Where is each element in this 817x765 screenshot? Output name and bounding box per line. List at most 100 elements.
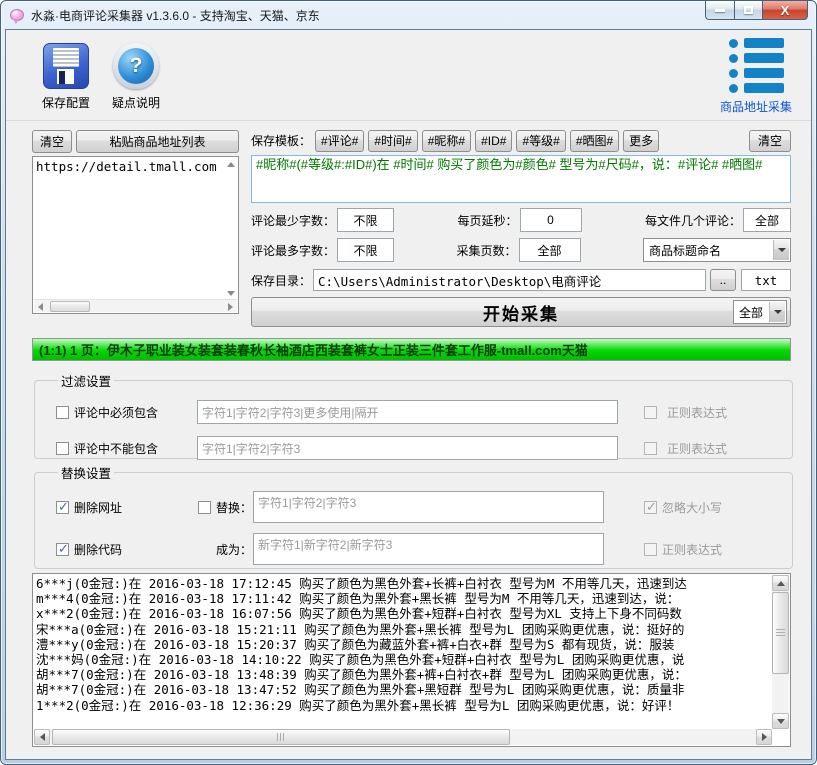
settings-row-2: 评论最多字数： 不限 采集页数： 全部 商品标题命名 (251, 237, 791, 263)
pages-input[interactable]: 全部 (519, 238, 581, 262)
must-include-label: 评论中必须包含 (74, 404, 158, 421)
scroll-right-button[interactable] (756, 729, 772, 745)
remove-code-checkbox[interactable] (56, 543, 69, 556)
save-dir-input[interactable]: C:\Users\Administrator\Desktop\电商评论 (313, 269, 706, 291)
scroll-left-icon[interactable] (38, 303, 43, 311)
remove-url-checkbox[interactable] (56, 501, 69, 514)
delay-label: 每页延秒： (458, 212, 518, 229)
filter-group-title: 过滤设置 (58, 371, 114, 390)
collect-address-link[interactable]: 商品地址采集 (720, 98, 792, 115)
toolbar: 保存配置 ? 疑点说明 商品地址采集 (6, 30, 811, 121)
must-include-checkbox[interactable] (56, 406, 69, 419)
scroll-left-button[interactable] (34, 729, 50, 745)
become-input[interactable]: 新字符1|新字符2|新字符3 (253, 533, 604, 565)
scroll-down-button[interactable] (772, 713, 789, 729)
close-button[interactable]: X (763, 1, 808, 20)
must-exclude-input[interactable]: 字符1|字符2|字符3 (197, 436, 618, 460)
regex-label-3: 正则表达式 (662, 541, 722, 558)
ignore-case-option: 忽略大小写 (644, 499, 722, 516)
log-vertical-scrollbar[interactable] (772, 575, 789, 729)
save-config-button[interactable]: 保存配置 (30, 43, 102, 111)
help-button[interactable]: ? 疑点说明 (100, 43, 172, 111)
minimize-icon (715, 9, 725, 12)
max-words-label: 评论最多字数： (251, 242, 335, 259)
become-label: 成为： (216, 541, 252, 558)
url-horizontal-scrollbar[interactable] (34, 299, 237, 312)
chevron-down-icon[interactable] (769, 302, 785, 322)
template-tag-button[interactable]: #晒图# (570, 130, 619, 152)
save-dir-row: 保存目录： C:\Users\Administrator\Desktop\电商评… (251, 268, 791, 292)
replace-checkbox[interactable] (198, 501, 211, 514)
must-exclude-row: 评论中不能包含 字符1|字符2|字符3 正则表达式 (56, 436, 783, 460)
template-tag-button[interactable]: #时间# (368, 130, 417, 152)
template-tag-button[interactable]: #ID# (475, 130, 512, 152)
chevron-down-icon[interactable] (773, 240, 789, 260)
horizontal-scrollbar-thumb[interactable] (52, 729, 510, 745)
minimize-button[interactable] (705, 1, 735, 20)
question-mark-icon: ? (113, 43, 159, 89)
blue-list-icon (729, 38, 784, 93)
log-box[interactable]: 6***j(0金冠:)在 2016-03-18 17:12:45 购买了颜色为黑… (32, 573, 791, 747)
template-tag-button[interactable]: 更多 (623, 130, 659, 152)
scrollbar-thumb[interactable] (50, 301, 90, 312)
replace-row-1: 删除网址 替换： 字符1|字符2|字符3 忽略大小写 (56, 490, 783, 524)
regex-option-2: 正则表达式 (644, 440, 727, 457)
log-line: 胡***7(0金冠:)在 2016-03-18 13:48:39 购买了颜色为黑… (36, 667, 771, 682)
ignore-case-label: 忽略大小写 (662, 499, 722, 516)
scroll-up-button[interactable] (772, 575, 789, 591)
url-clear-button[interactable]: 清空 (32, 130, 72, 153)
must-exclude-label: 评论中不能包含 (74, 440, 158, 457)
min-words-label: 评论最少字数： (251, 212, 335, 229)
log-line: 胡***7(0金冠:)在 2016-03-18 13:47:52 购买了颜色为黑… (36, 682, 771, 697)
client-area: 保存配置 ? 疑点说明 商品地址采集 清空 (5, 29, 812, 760)
paste-url-list-button[interactable]: 粘贴商品地址列表 (76, 130, 239, 153)
scroll-down-icon[interactable] (227, 291, 235, 296)
browse-button[interactable]: .. (710, 269, 736, 291)
replace-label: 替换： (216, 499, 252, 516)
log-horizontal-scrollbar[interactable] (34, 729, 772, 745)
replace-input[interactable]: 字符1|字符2|字符3 (253, 491, 604, 523)
template-tag-buttons: #评论##时间##昵称##ID##等级##晒图#更多 (315, 130, 659, 152)
template-row: 保存模板： #评论##时间##昵称##ID##等级##晒图#更多 清空 (251, 129, 791, 152)
regex-label-1: 正则表达式 (667, 404, 727, 421)
vertical-scrollbar-thumb[interactable] (772, 592, 789, 674)
template-tag-button[interactable]: #等级# (516, 130, 565, 152)
regex-label-2: 正则表达式 (667, 440, 727, 457)
must-exclude-checkbox[interactable] (56, 442, 69, 455)
right-panel: 保存模板： #评论##时间##昵称##ID##等级##晒图#更多 清空 #昵称#… (251, 129, 791, 327)
collect-address-button[interactable]: 商品地址采集 (718, 38, 794, 115)
template-tag-button[interactable]: #评论# (315, 130, 364, 152)
delay-input[interactable]: 0 (520, 208, 582, 232)
titlebar[interactable]: 水淼·电商评论采集器 v1.3.6.0 - 支持淘宝、天猫、京东 (1, 1, 816, 29)
template-clear-button[interactable]: 清空 (749, 130, 791, 152)
scroll-up-icon[interactable] (227, 162, 235, 167)
max-words-input[interactable]: 不限 (337, 238, 394, 262)
file-ext-input[interactable]: txt (741, 269, 791, 291)
maximize-icon (744, 6, 753, 14)
url-list-textarea[interactable]: https://detail.tmall.com (32, 156, 239, 314)
scope-dropdown[interactable]: 全部 (733, 300, 787, 324)
help-label: 疑点说明 (112, 94, 160, 111)
must-include-input[interactable]: 字符1|字符2|字符3|更多使用|隔开 (197, 400, 618, 424)
template-tag-button[interactable]: #昵称# (422, 130, 471, 152)
close-icon: X (781, 4, 790, 17)
per-file-input[interactable]: 全部 (743, 208, 791, 232)
app-balloon-icon (10, 9, 24, 21)
regex-checkbox-2[interactable] (644, 442, 657, 455)
scope-value: 全部 (739, 304, 763, 321)
file-naming-dropdown[interactable]: 商品标题命名 (643, 238, 791, 262)
template-textarea[interactable]: #昵称#(#等级#:#ID#)在 #时间# 购买了颜色为#颜色# 型号为#尺码#… (251, 155, 791, 203)
start-collect-button[interactable]: 开始采集 (251, 297, 791, 327)
status-bar: (1:1) 1 页：伊木子职业装女装套装春秋长袖酒店西装套裤女士正装三件套工作服… (32, 338, 791, 361)
regex-option-1: 正则表达式 (644, 404, 727, 421)
regex-checkbox-1[interactable] (644, 406, 657, 419)
ignore-case-checkbox[interactable] (644, 501, 657, 514)
regex-checkbox-3[interactable] (644, 543, 657, 556)
pages-label: 采集页数： (457, 242, 517, 259)
log-line: 宋***a(0金冠:)在 2016-03-18 15:21:11 购买了颜色为黑… (36, 622, 771, 637)
scroll-right-icon[interactable] (228, 303, 233, 311)
log-output: 6***j(0金冠:)在 2016-03-18 17:12:45 购买了颜色为黑… (36, 576, 771, 728)
min-words-input[interactable]: 不限 (337, 208, 394, 232)
maximize-button[interactable] (735, 1, 763, 20)
url-vertical-scrollbar[interactable] (225, 158, 237, 299)
